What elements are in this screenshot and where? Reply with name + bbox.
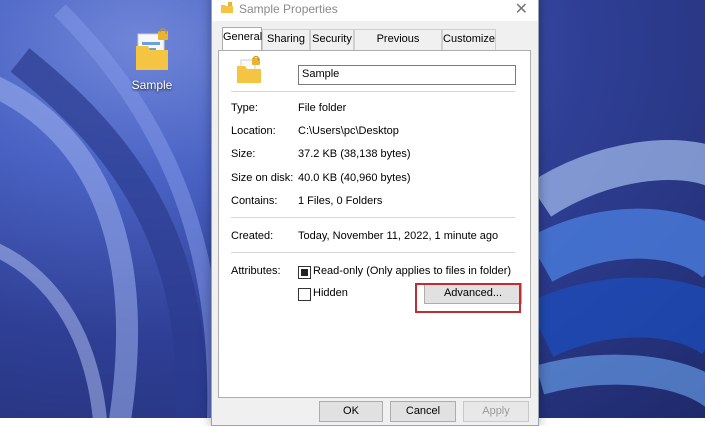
location-value: C:\Users\pc\Desktop (298, 125, 399, 137)
folder-icon (221, 2, 233, 13)
location-label: Location: (231, 125, 276, 137)
readonly-label[interactable]: Read-only (Only applies to files in fold… (313, 265, 511, 277)
properties-dialog: Sample Properties ✕ General Sharing Secu… (211, 0, 539, 426)
highlight-box (415, 283, 521, 313)
created-label: Created: (231, 230, 274, 242)
desktop-item-sample[interactable]: Sample (128, 28, 176, 92)
size-value: 37.2 KB (38,138 bytes) (298, 148, 411, 160)
hidden-label[interactable]: Hidden (313, 287, 348, 299)
apply-button[interactable]: Apply (463, 401, 529, 422)
folder-name-value: Sample (302, 68, 340, 80)
indeterminate-mark (301, 269, 308, 276)
folder-icon (136, 28, 168, 70)
tab-sharing[interactable]: Sharing (262, 29, 310, 50)
size-on-disk-label: Size on disk: (231, 172, 294, 184)
general-panel: Sample Type: File folder Location: C:\Us… (218, 50, 531, 398)
desktop-item-label: Sample (131, 78, 173, 92)
hidden-checkbox[interactable] (298, 288, 311, 301)
tab-security[interactable]: Security (310, 29, 354, 50)
close-icon[interactable]: ✕ (515, 0, 528, 19)
separator (231, 252, 515, 253)
type-label: Type: (231, 102, 258, 114)
contains-label: Contains: (231, 195, 278, 207)
attributes-label: Attributes: (231, 265, 281, 277)
folder-name-input[interactable]: Sample (298, 65, 516, 85)
size-on-disk-value: 40.0 KB (40,960 bytes) (298, 172, 411, 184)
folder-icon (237, 56, 261, 83)
separator (231, 91, 515, 92)
readonly-checkbox[interactable] (298, 266, 311, 279)
title-bar[interactable]: Sample Properties ✕ (212, 0, 538, 21)
dialog-title: Sample Properties (239, 2, 338, 16)
tab-previous-versions[interactable]: Previous Versions (354, 29, 442, 63)
tab-general[interactable]: General (222, 27, 262, 50)
separator (231, 217, 515, 218)
type-value: File folder (298, 102, 347, 114)
created-value: Today, November 11, 2022, 1 minute ago (298, 230, 499, 242)
cancel-button[interactable]: Cancel (390, 401, 456, 422)
ok-button[interactable]: OK (319, 401, 383, 422)
size-label: Size: (231, 148, 256, 160)
tab-customize[interactable]: Customize (442, 29, 496, 50)
contains-value: 1 Files, 0 Folders (298, 195, 383, 207)
